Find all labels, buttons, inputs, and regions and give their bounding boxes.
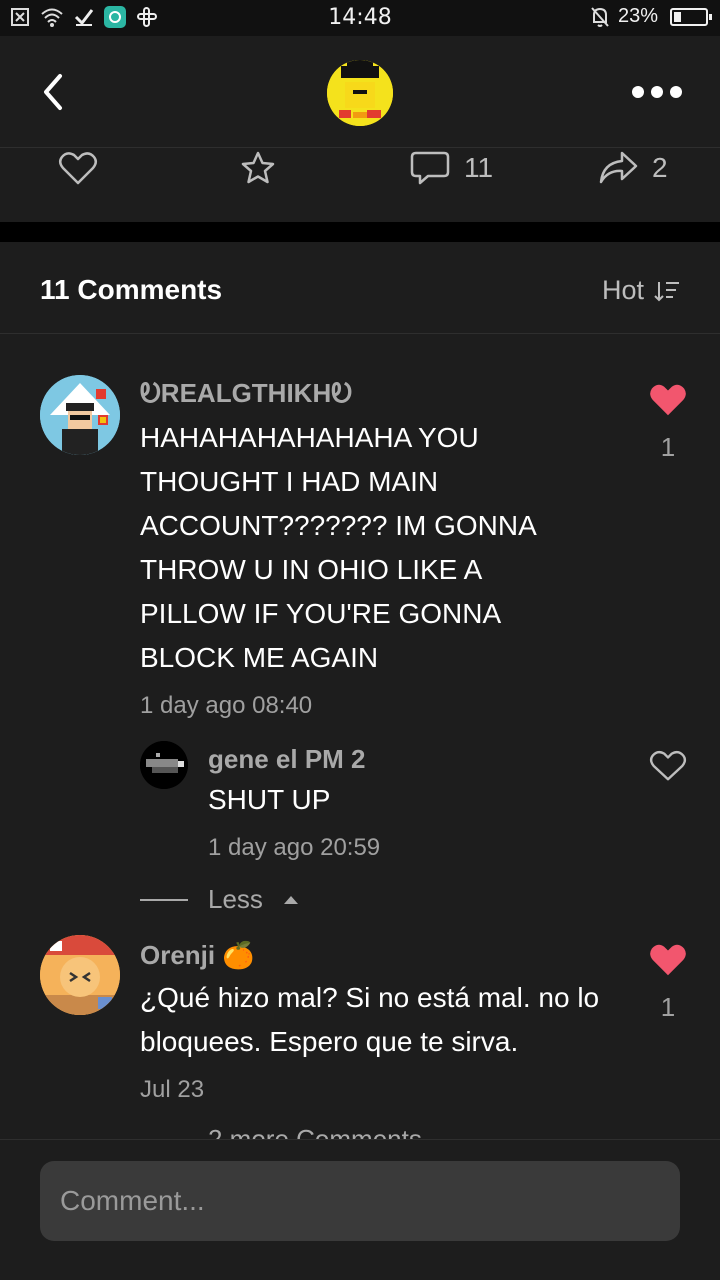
sort-icon [654,281,679,301]
less-line [140,898,188,901]
comment-bubble-icon [410,151,450,185]
pixel-character-avatar [40,375,120,455]
less-label: Less [208,884,263,914]
heart-filled-icon[interactable] [649,382,687,418]
avatar[interactable] [140,741,188,789]
chevron-left-icon[interactable] [38,72,68,112]
like-count: 1 [660,992,676,1022]
battery-percent: 23% [617,5,658,27]
post-actions: 11 2 [0,148,720,222]
comment-input[interactable] [40,1161,680,1241]
comment-count: 11 [464,152,494,183]
comment-text: HAHAHAHAHAHAHA YOU THOUGHT I HAD MAIN AC… [140,422,536,673]
status-right: 23% [590,5,712,28]
avatar[interactable] [40,375,120,455]
post-header [0,36,720,148]
status-bar: 14:48 23% [0,0,720,36]
battery-level [674,11,681,22]
star-outline-icon [241,151,275,184]
bell-off-icon [591,6,609,27]
like-post-button[interactable] [58,148,98,188]
reply-author[interactable]: gene el PM 2 [208,744,366,775]
more-horizontal-icon[interactable] [632,86,682,98]
share-arrow-icon [599,151,638,184]
comments-button[interactable]: 11 [410,148,493,188]
yellow-character-avatar [327,60,393,126]
comment-time: 1 day ago 08:40 [140,692,313,719]
share-button[interactable]: 2 [598,148,668,188]
caret-up-icon [283,895,298,904]
comment-author[interactable]: ᎧREALGTHIKHᎧ [140,378,352,410]
avatar[interactable] [40,935,120,1015]
comments-title: 11 Comments [40,274,223,305]
sort-label: Hot [601,275,644,305]
author-avatar[interactable] [327,60,393,126]
comment-composer [0,1139,720,1280]
reply-text: SHUT UP [208,784,331,815]
reply-time: 1 day ago 20:59 [208,834,381,861]
comment-author[interactable]: Orenji 🍊 [140,940,255,971]
heart-filled-icon[interactable] [649,942,687,978]
battery-icon [670,7,712,26]
share-count: 2 [652,152,668,183]
heart-outline-icon[interactable] [649,748,687,784]
heart-outline-icon [59,152,97,185]
section-divider [0,222,720,242]
comment-text: ¿Qué hizo mal? Si no está mal. no lo blo… [140,982,600,1057]
more-comments-button[interactable]: 2 more Comments [208,1124,422,1140]
comments-header: 11 Comments Hot [0,242,720,334]
collapse-replies-button[interactable]: Less [140,884,299,915]
favorite-post-button[interactable] [240,148,276,188]
noise-avatar [140,741,188,789]
like-count: 1 [660,432,676,462]
sort-button[interactable]: Hot [602,275,680,306]
cat-collage-avatar [40,935,120,1015]
comment-time: Jul 23 [140,1076,205,1103]
